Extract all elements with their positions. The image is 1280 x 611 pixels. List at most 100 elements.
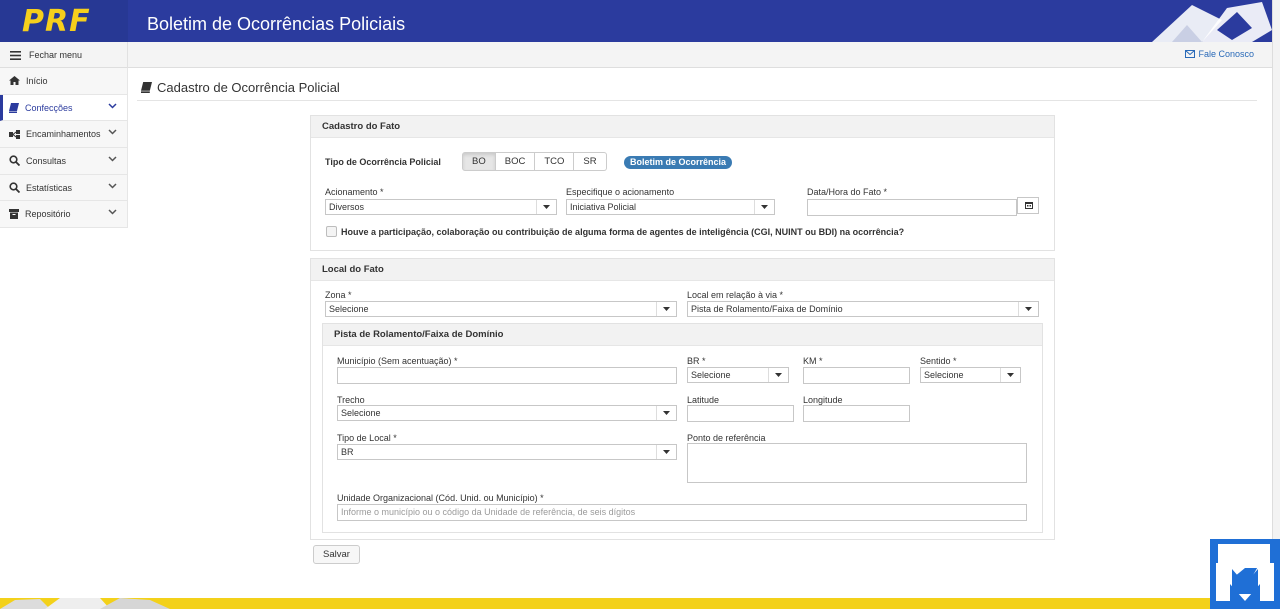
caret-down-icon bbox=[754, 200, 774, 214]
inteligencia-label: Houve a participação, colaboração ou con… bbox=[341, 227, 905, 237]
page-scrollbar[interactable] bbox=[1272, 0, 1280, 609]
inteligencia-checkbox[interactable] bbox=[326, 226, 337, 237]
sentido-label: Sentido * bbox=[920, 356, 957, 366]
latitude-label: Latitude bbox=[687, 395, 720, 405]
sidebar-item-confeccoes[interactable]: Confecções bbox=[0, 94, 128, 122]
chat-icon bbox=[1216, 544, 1274, 601]
sidebar: Início Confecções Encaminhamentos Consul… bbox=[0, 68, 128, 229]
footer-bar bbox=[0, 598, 1272, 609]
caret-down-icon bbox=[536, 200, 556, 214]
chevron-down-icon bbox=[108, 103, 117, 109]
especifique-select[interactable]: Iniciativa Policial bbox=[566, 199, 775, 215]
calendar-button[interactable] bbox=[1017, 197, 1039, 214]
caret-down-icon bbox=[1000, 368, 1020, 382]
chevron-down-icon bbox=[108, 183, 117, 189]
caret-down-icon bbox=[1018, 302, 1038, 316]
especifique-value: Iniciativa Policial bbox=[570, 202, 637, 212]
latitude-input[interactable] bbox=[687, 405, 794, 422]
logo[interactable]: PRF bbox=[0, 0, 128, 42]
zona-label: Zona * bbox=[325, 290, 352, 300]
tipo-local-select[interactable]: BR bbox=[337, 444, 677, 460]
relacao-via-label: Local em relação à via * bbox=[687, 290, 784, 300]
book-icon bbox=[9, 102, 19, 113]
sentido-value: Selecione bbox=[924, 370, 964, 380]
search-icon bbox=[9, 155, 20, 167]
tipo-boc-button[interactable]: BOC bbox=[495, 152, 536, 171]
tipo-tco-button[interactable]: TCO bbox=[535, 152, 575, 171]
envelope-icon bbox=[1185, 50, 1196, 58]
sentido-select[interactable]: Selecione bbox=[920, 367, 1021, 383]
br-label: BR * bbox=[687, 356, 706, 366]
menu-toggle-label: Fechar menu bbox=[29, 50, 83, 60]
br-select[interactable]: Selecione bbox=[687, 367, 789, 383]
acionamento-label: Acionamento * bbox=[325, 187, 384, 197]
sidebar-item-label: Encaminhamentos bbox=[26, 129, 101, 140]
sidebar-item-label: Início bbox=[26, 75, 48, 86]
km-input[interactable] bbox=[803, 367, 910, 384]
caret-down-icon bbox=[656, 445, 676, 459]
sidebar-item-repositorio[interactable]: Repositório bbox=[0, 201, 128, 229]
trecho-select[interactable]: Selecione bbox=[337, 405, 677, 421]
chevron-down-icon bbox=[108, 209, 117, 215]
chevron-down-icon bbox=[108, 156, 117, 162]
share-icon bbox=[9, 129, 20, 139]
hamburger-icon bbox=[10, 50, 21, 60]
acionamento-select[interactable]: Diversos bbox=[325, 199, 557, 215]
book-icon bbox=[141, 82, 152, 93]
sidebar-item-consultas[interactable]: Consultas bbox=[0, 148, 128, 175]
search-icon bbox=[9, 182, 20, 194]
caret-down-icon bbox=[656, 406, 676, 420]
tipo-sr-button[interactable]: SR bbox=[574, 152, 607, 171]
caret-down-icon bbox=[656, 302, 676, 316]
home-icon bbox=[9, 76, 20, 86]
contact-link[interactable]: Fale Conosco bbox=[1185, 49, 1254, 59]
calendar-icon bbox=[1025, 202, 1033, 209]
ponto-referencia-textarea[interactable] bbox=[687, 443, 1027, 483]
panel-heading: Local do Fato bbox=[311, 259, 1054, 281]
panel-heading: Cadastro do Fato bbox=[311, 116, 1054, 138]
logo-text: PRF bbox=[22, 4, 91, 39]
trecho-label: Trecho bbox=[337, 395, 365, 405]
tipo-local-label: Tipo de Local * bbox=[337, 433, 397, 443]
sidebar-item-inicio[interactable]: Início bbox=[0, 68, 128, 95]
unidade-input[interactable]: Informe o município ou o código da Unida… bbox=[337, 504, 1027, 521]
unidade-label: Unidade Organizacional (Cód. Unid. ou Mu… bbox=[337, 493, 544, 503]
save-button[interactable]: Salvar bbox=[313, 545, 360, 564]
relacao-via-value: Pista de Rolamento/Faixa de Domínio bbox=[691, 304, 843, 314]
tipo-badge: Boletim de Ocorrência bbox=[624, 156, 733, 169]
municipio-input[interactable] bbox=[337, 367, 677, 384]
tipo-local-value: BR bbox=[341, 447, 354, 457]
footer-decoration bbox=[0, 598, 170, 609]
ponto-referencia-label: Ponto de referência bbox=[687, 433, 766, 443]
br-value: Selecione bbox=[691, 370, 731, 380]
zona-value: Selecione bbox=[329, 304, 369, 314]
longitude-label: Longitude bbox=[803, 395, 843, 405]
sidebar-item-estatisticas[interactable]: Estatísticas bbox=[0, 174, 128, 202]
page-title: Cadastro de Ocorrência Policial bbox=[141, 80, 340, 95]
zona-select[interactable]: Selecione bbox=[325, 301, 677, 317]
header-decoration bbox=[1152, 2, 1272, 42]
municipio-label: Município (Sem acentuação) * bbox=[337, 356, 458, 366]
contact-label: Fale Conosco bbox=[1198, 49, 1254, 59]
archive-icon bbox=[9, 209, 19, 220]
chat-widget-button[interactable] bbox=[1210, 539, 1280, 609]
especifique-label: Especifique o acionamento bbox=[566, 187, 675, 197]
tipo-bo-button[interactable]: BO bbox=[462, 152, 496, 171]
menu-toggle-button[interactable]: Fechar menu bbox=[0, 42, 128, 68]
km-label: KM * bbox=[803, 356, 823, 366]
panel-heading: Pista de Rolamento/Faixa de Domínio bbox=[323, 324, 1042, 346]
relacao-via-select[interactable]: Pista de Rolamento/Faixa de Domínio bbox=[687, 301, 1039, 317]
page-title-text: Cadastro de Ocorrência Policial bbox=[157, 80, 340, 95]
app-header: PRF Boletim de Ocorrências Policiais bbox=[0, 0, 1272, 42]
sidebar-item-label: Confecções bbox=[25, 102, 73, 113]
tipo-ocorrencia-label: Tipo de Ocorrência Policial bbox=[325, 157, 441, 167]
acionamento-value: Diversos bbox=[329, 202, 365, 212]
sidebar-item-encaminhamentos[interactable]: Encaminhamentos bbox=[0, 121, 128, 149]
divider bbox=[137, 100, 1257, 101]
datahora-input[interactable] bbox=[807, 199, 1017, 216]
caret-down-icon bbox=[768, 368, 788, 382]
tipo-ocorrencia-buttons: BO BOC TCO SR bbox=[462, 152, 607, 171]
longitude-input[interactable] bbox=[803, 405, 910, 422]
top-bar: Fechar menu Fale Conosco bbox=[0, 42, 1272, 68]
datahora-label: Data/Hora do Fato * bbox=[807, 187, 888, 197]
